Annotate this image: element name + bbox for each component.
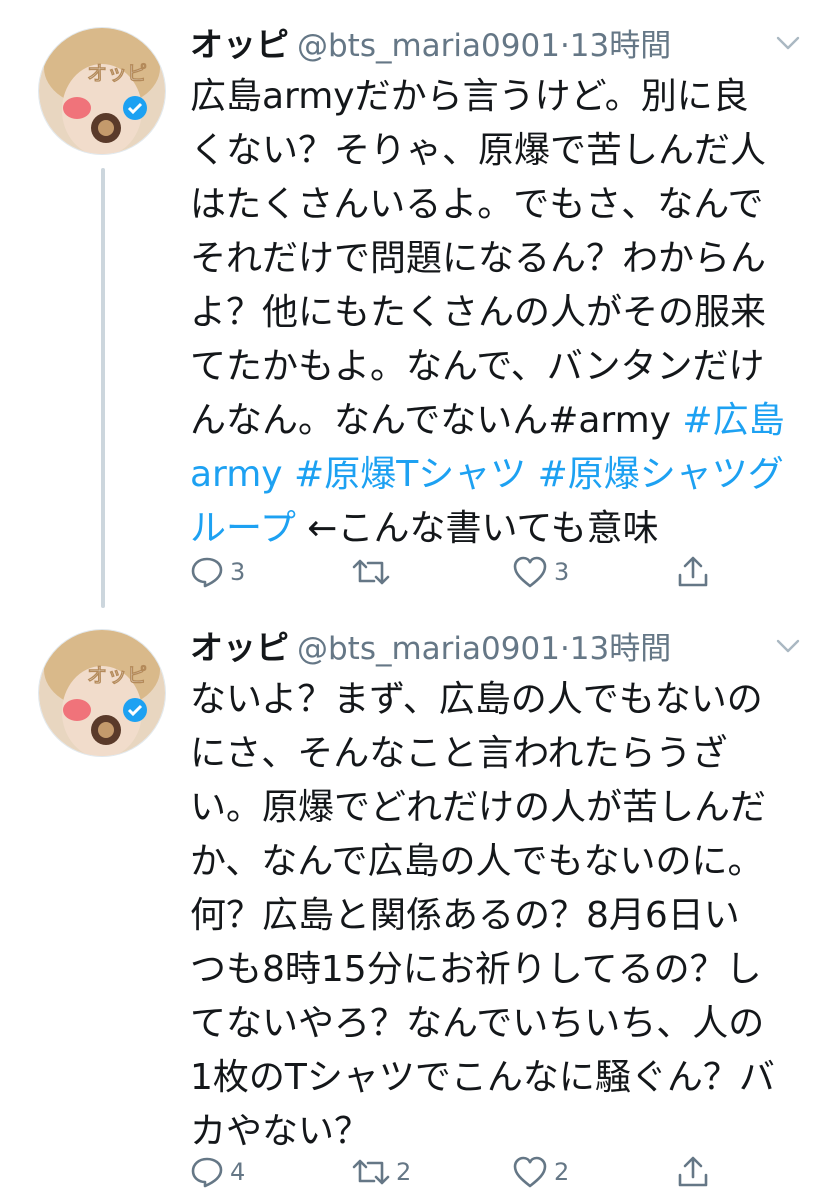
text-segment: い。原爆でどれだけの人が苦しんだ <box>190 787 767 828</box>
tweet[interactable]: オッピ オッピ @bts_maria0901·13時間 ないよ？まず、広島の人でも… <box>0 615 833 1199</box>
reply-count: 4 <box>230 1158 246 1186</box>
text-segment: 1枚のTシャツでこんなに騒ぐん？バ <box>190 1057 775 1098</box>
tweet-text: ないよ？まず、広島の人でもないの にさ、そんなこと言われたらうざ い。原爆でどれだけ… <box>190 673 800 1159</box>
like-count: 2 <box>554 1158 570 1186</box>
tweet-text: 広島armyだから言うけど。別に良 くない？そりゃ、原爆で苦しんだ人 はたくさんいる… <box>190 70 800 556</box>
hashtag-link[interactable]: army #原爆Tシャツ #原爆シャツグ <box>190 454 784 495</box>
tweet-text-line: ループ ←こんな書いても意味 <box>190 502 800 556</box>
like-icon <box>513 556 547 588</box>
display-name[interactable]: オッピ <box>190 628 289 667</box>
tweet-text-line: い。原爆でどれだけの人が苦しんだ <box>190 781 800 835</box>
avatar[interactable]: オッピ <box>38 629 166 757</box>
text-segment: よ？他にもたくさんの人がその服来 <box>190 292 767 333</box>
text-segment: てないやろ？なんでいちいち、人の <box>190 1003 765 1044</box>
timestamp[interactable]: 13時間 <box>570 631 671 667</box>
text-segment: か、なんで広島の人でもないのに。 <box>190 841 764 882</box>
text-segment: カやない？ <box>190 1111 371 1152</box>
avatar-image: オッピ <box>39 630 165 756</box>
tweet-text-line: はたくさんいるよ。でもさ、なんで <box>190 178 800 232</box>
separator-dot: · <box>559 28 570 64</box>
separator-dot: · <box>559 631 570 667</box>
retweet-button[interactable] <box>352 552 396 592</box>
share-button[interactable] <box>676 552 710 592</box>
tweet-header: オッピ @bts_maria0901·13時間 <box>190 18 671 64</box>
hashtag-link[interactable]: ループ <box>190 508 296 549</box>
tweet-actions: 3 3 <box>190 552 720 592</box>
tweet-text-line: つも8時15分にお祈りしてるの？し <box>190 943 800 997</box>
text-segment: にさ、そんなこと言われたらうざ <box>190 733 728 774</box>
tweet-text-line: にさ、そんなこと言われたらうざ <box>190 727 800 781</box>
text-segment: はたくさんいるよ。でもさ、なんで <box>190 184 764 225</box>
tweet-text-line: カやない？ <box>190 1105 800 1159</box>
tweet-text-line: 広島armyだから言うけど。別に良 <box>190 70 800 124</box>
avatar-logo-text: オッピ <box>87 61 147 85</box>
like-button[interactable]: 3 <box>512 552 569 592</box>
display-name[interactable]: オッピ <box>190 25 289 64</box>
tweet-text-line: か、なんで広島の人でもないのに。 <box>190 835 800 889</box>
tweet[interactable]: オッピ オッピ @bts_maria0901·13時間 広島armyだから言うけど… <box>0 0 833 615</box>
text-segment: ←こんな書いても意味 <box>295 508 659 549</box>
like-icon <box>513 1156 547 1188</box>
tweet-text-line: んなん。なんでないん#army #広島 <box>190 394 800 448</box>
tweet-actions: 4 2 2 <box>190 1152 720 1192</box>
like-count: 3 <box>554 558 570 586</box>
avatar-logo-text: オッピ <box>87 663 147 687</box>
tweet-text-line: くない？そりゃ、原爆で苦しんだ人 <box>190 124 800 178</box>
timestamp[interactable]: 13時間 <box>570 28 671 64</box>
share-icon <box>678 1156 708 1187</box>
reply-button[interactable]: 3 <box>190 552 245 592</box>
text-segment: くない？そりゃ、原爆で苦しんだ人 <box>190 130 767 171</box>
text-segment: てたかもよ。なんで、バンタンだけ <box>190 346 765 387</box>
text-segment: 何？広島と関係あるの？8月6日い <box>190 895 740 936</box>
text-segment: 広島armyだから言うけど。別に良 <box>190 76 749 117</box>
text-segment: つも8時15分にお祈りしてるの？し <box>190 949 762 990</box>
text-segment: ないよ？まず、広島の人でもないの <box>190 679 763 720</box>
share-icon <box>678 556 708 587</box>
retweet-icon <box>352 1159 390 1185</box>
tweet-text-line: 1枚のTシャツでこんなに騒ぐん？バ <box>190 1051 800 1105</box>
retweet-count: 2 <box>396 1158 412 1186</box>
avatar-image: オッピ <box>39 28 165 154</box>
tweet-text-line: 何？広島と関係あるの？8月6日い <box>190 889 800 943</box>
tweet-text-line: てたかもよ。なんで、バンタンだけ <box>190 340 800 394</box>
reply-count: 3 <box>230 558 246 586</box>
text-segment: んなん。なんでないん#army <box>190 400 683 441</box>
hashtag-link[interactable]: #広島 <box>682 400 784 441</box>
thread-line <box>101 168 105 608</box>
avatar[interactable]: オッピ <box>38 27 166 155</box>
tweet-text-line: それだけで問題になるん？わからん <box>190 232 800 286</box>
user-handle[interactable]: @bts_maria0901 <box>297 631 560 667</box>
retweet-button[interactable]: 2 <box>352 1152 411 1192</box>
user-handle[interactable]: @bts_maria0901 <box>297 28 560 64</box>
tweet-text-line: よ？他にもたくさんの人がその服来 <box>190 286 800 340</box>
reply-button[interactable]: 4 <box>190 1152 245 1192</box>
tweet-header: オッピ @bts_maria0901·13時間 <box>190 621 671 667</box>
chevron-down-icon[interactable] <box>775 637 801 655</box>
reply-icon <box>191 1157 223 1188</box>
text-segment: それだけで問題になるん？わからん <box>190 238 767 279</box>
tweet-text-line: ないよ？まず、広島の人でもないの <box>190 673 800 727</box>
tweet-text-line: てないやろ？なんでいちいち、人の <box>190 997 800 1051</box>
share-button[interactable] <box>676 1152 710 1192</box>
reply-icon <box>191 557 223 588</box>
tweet-text-line: army #原爆Tシャツ #原爆シャツグ <box>190 448 800 502</box>
chevron-down-icon[interactable] <box>775 34 801 52</box>
like-button[interactable]: 2 <box>512 1152 569 1192</box>
retweet-icon <box>352 559 390 585</box>
